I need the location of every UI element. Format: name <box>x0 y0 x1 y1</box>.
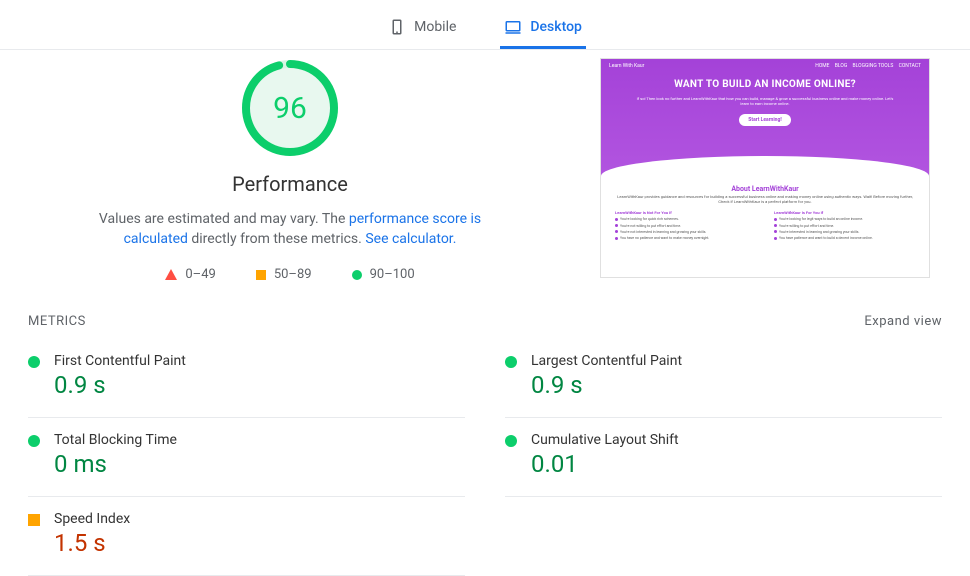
thumb-col1-item1: You're looking for quick rich schemes. <box>620 217 679 221</box>
metric-cls-name: Cumulative Layout Shift <box>531 432 679 448</box>
thumb-nav-links: HOME BLOG BLOGGING TOOLS CONTACT <box>811 63 921 69</box>
thumb-wave-divider <box>601 156 929 180</box>
thumb-nav-tools: BLOGGING TOOLS <box>853 63 894 69</box>
bullet-icon <box>774 237 777 240</box>
circle-icon <box>28 356 40 368</box>
performance-score: 96 <box>240 58 340 158</box>
gauge-panel: 96 Performance Values are estimated and … <box>40 50 540 282</box>
thumb-col1-item4: You have no patience and want to make mo… <box>620 236 709 240</box>
thumb-nav-home: HOME <box>815 63 829 69</box>
bullet-icon <box>615 237 618 240</box>
desktop-icon <box>504 18 522 36</box>
device-tabs: Mobile Desktop <box>0 0 970 50</box>
gauge-desc-mid: directly from these metrics. <box>188 231 365 247</box>
metric-tbt: Total Blocking Time 0 ms <box>28 418 465 497</box>
thumb-col2-item2: You're willing to put effort and time. <box>779 224 834 228</box>
thumb-list-item: You have patience and want to build a de… <box>774 236 915 240</box>
thumb-nav-blog: BLOG <box>835 63 848 69</box>
metric-lcp: Largest Contentful Paint 0.9 s <box>505 339 942 418</box>
thumb-col1-heading: LearnWithKaur Is Not For You If <box>615 210 756 215</box>
metric-cls-value: 0.01 <box>531 450 679 478</box>
thumb-list-item: You're looking for legit ways to build a… <box>774 217 915 221</box>
gauge-desc-prefix: Values are estimated and may vary. The <box>99 211 349 227</box>
bullet-icon <box>615 218 618 221</box>
tab-desktop-label: Desktop <box>530 19 581 35</box>
thumb-nav-contact: CONTACT <box>899 63 921 69</box>
metrics-header: METRICS Expand view <box>0 292 970 339</box>
thumb-list-item: You're not interested in learning and gr… <box>615 230 756 234</box>
thumb-col2-item4: You have patience and want to build a de… <box>779 236 873 240</box>
bullet-icon <box>774 224 777 227</box>
legend-average-label: 50–89 <box>274 267 312 282</box>
thumb-list-item: You're interested in learning and growin… <box>774 230 915 234</box>
thumb-col1-item3: You're not interested in learning and gr… <box>620 230 706 234</box>
legend-poor-label: 0–49 <box>185 267 215 282</box>
thumb-col-notfor: LearnWithKaur Is Not For You If You're l… <box>615 210 756 242</box>
summary-section: 96 Performance Values are estimated and … <box>0 50 970 292</box>
mobile-icon <box>388 18 406 36</box>
performance-gauge: 96 <box>240 58 340 158</box>
circle-icon <box>28 435 40 447</box>
bullet-icon <box>615 224 618 227</box>
thumb-about-heading: About LearnWithKaur <box>615 185 915 193</box>
circle-icon <box>505 356 517 368</box>
legend-good-label: 90–100 <box>370 267 415 282</box>
triangle-icon <box>165 269 177 280</box>
circle-icon <box>352 270 362 280</box>
thumb-col-for: LearnWithKaur Is For You If You're looki… <box>774 210 915 242</box>
tab-mobile[interactable]: Mobile <box>384 10 460 49</box>
see-calculator-link[interactable]: See calculator. <box>365 231 456 247</box>
metric-tbt-value: 0 ms <box>54 450 177 478</box>
thumb-logo: Learn With Kaur <box>609 63 644 69</box>
thumb-col2-item1: You're looking for legit ways to build a… <box>779 217 863 221</box>
thumb-columns: LearnWithKaur Is Not For You If You're l… <box>615 210 915 242</box>
thumb-subhead: If so! Then look no further and LearnWit… <box>635 96 895 106</box>
gauge-description: Values are estimated and may vary. The p… <box>90 210 490 249</box>
thumb-list-item: You have no patience and want to make mo… <box>615 236 756 240</box>
metric-tbt-name: Total Blocking Time <box>54 432 177 448</box>
tab-mobile-label: Mobile <box>414 19 456 35</box>
thumb-hero: Learn With Kaur HOME BLOG BLOGGING TOOLS… <box>601 59 929 179</box>
circle-icon <box>505 435 517 447</box>
thumb-list-item: You're looking for quick rich schemes. <box>615 217 756 221</box>
score-legend: 0–49 50–89 90–100 <box>165 267 414 282</box>
thumb-body: About LearnWithKaur LearnWithKaur provid… <box>601 179 929 248</box>
gauge-label: Performance <box>232 172 348 196</box>
metric-fcp: First Contentful Paint 0.9 s <box>28 339 465 418</box>
thumb-col2-item3: You're interested in learning and growin… <box>779 230 859 234</box>
legend-average: 50–89 <box>256 267 312 282</box>
square-icon <box>256 270 266 280</box>
metric-fcp-name: First Contentful Paint <box>54 353 186 369</box>
legend-good: 90–100 <box>352 267 415 282</box>
metric-cls: Cumulative Layout Shift 0.01 <box>505 418 942 497</box>
thumb-cta-button: Start Learning! <box>739 114 790 126</box>
bullet-icon <box>774 230 777 233</box>
metric-fcp-value: 0.9 s <box>54 371 186 399</box>
thumb-headline: WANT TO BUILD AN INCOME ONLINE? <box>674 79 856 90</box>
metrics-title: METRICS <box>28 314 86 329</box>
thumb-list-item: You're not willing to put effort and tim… <box>615 224 756 228</box>
metric-si-name: Speed Index <box>54 511 130 527</box>
thumb-navbar: Learn With Kaur HOME BLOG BLOGGING TOOLS… <box>609 63 921 69</box>
tab-desktop[interactable]: Desktop <box>500 10 585 49</box>
metric-lcp-name: Largest Contentful Paint <box>531 353 682 369</box>
page-screenshot: Learn With Kaur HOME BLOG BLOGGING TOOLS… <box>600 58 930 278</box>
metrics-grid: First Contentful Paint 0.9 s Largest Con… <box>0 339 970 576</box>
thumb-list-item: You're willing to put effort and time. <box>774 224 915 228</box>
square-icon <box>28 514 40 526</box>
bullet-icon <box>774 218 777 221</box>
thumb-col2-heading: LearnWithKaur Is For You If <box>774 210 915 215</box>
metric-si-value: 1.5 s <box>54 529 130 557</box>
metric-si: Speed Index 1.5 s <box>28 497 465 576</box>
bullet-icon <box>615 230 618 233</box>
thumb-about-text: LearnWithKaur provides guidance and reso… <box>615 195 915 205</box>
metric-lcp-value: 0.9 s <box>531 371 682 399</box>
legend-poor: 0–49 <box>165 267 215 282</box>
thumb-col1-item2: You're not willing to put effort and tim… <box>620 224 681 228</box>
expand-view-toggle[interactable]: Expand view <box>864 314 942 329</box>
screenshot-panel: Learn With Kaur HOME BLOG BLOGGING TOOLS… <box>600 50 930 282</box>
